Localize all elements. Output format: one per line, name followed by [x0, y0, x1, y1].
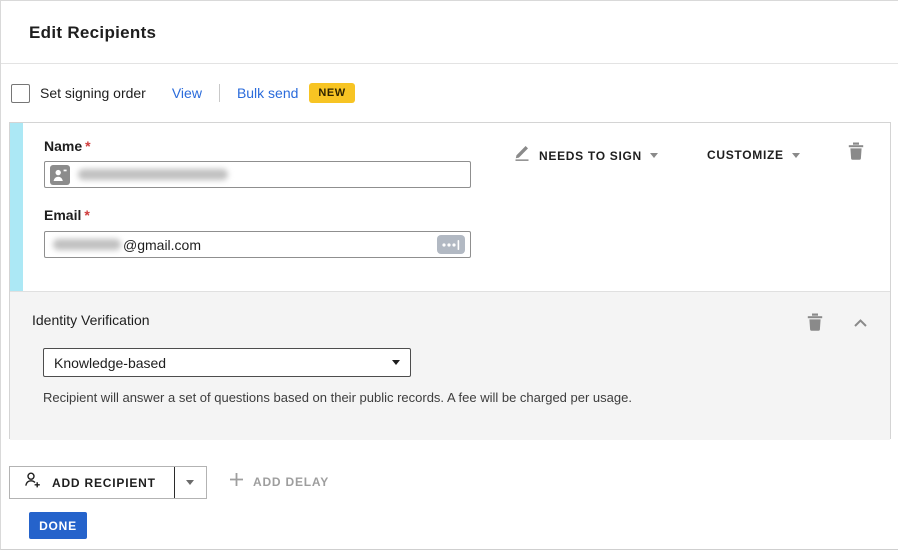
recipient-card: Name * Email * @gmail.com NEEDS TO SIGN …: [9, 122, 891, 440]
email-label: Email *: [44, 207, 90, 223]
chevron-down-icon: [392, 360, 400, 365]
set-signing-order-label: Set signing order: [40, 85, 146, 101]
person-add-icon: [24, 471, 42, 494]
bulk-send-link[interactable]: Bulk send: [237, 85, 298, 101]
page-title: Edit Recipients: [29, 23, 157, 42]
identity-verification-selected-option: Knowledge-based: [54, 354, 167, 371]
delete-identity-verification-button[interactable]: [807, 313, 823, 334]
chevron-down-icon: [649, 153, 658, 158]
role-label: NEEDS TO SIGN: [539, 148, 642, 163]
customize-dropdown[interactable]: CUSTOMIZE: [707, 148, 800, 162]
email-label-text: Email: [44, 207, 82, 223]
trash-icon: [848, 142, 864, 163]
identity-verification-description: Recipient will answer a set of questions…: [43, 390, 632, 405]
recipient-card-main: Name * Email * @gmail.com NEEDS TO SIGN …: [10, 123, 890, 291]
view-link[interactable]: View: [172, 85, 202, 101]
name-required-mark: *: [85, 138, 91, 154]
identity-verification-title: Identity Verification: [32, 312, 150, 328]
recipient-role-dropdown[interactable]: NEEDS TO SIGN: [513, 145, 658, 166]
delete-recipient-button[interactable]: [848, 142, 864, 163]
identity-verification-select[interactable]: Knowledge-based: [43, 348, 411, 377]
redacted-name-value: [78, 169, 228, 180]
link-separator: [218, 84, 220, 102]
name-label: Name *: [44, 138, 91, 154]
add-recipient-menu-button[interactable]: [175, 467, 206, 498]
autofill-cursor-icon[interactable]: [437, 235, 465, 254]
add-recipient-split-button: ADD RECIPIENT: [9, 466, 207, 499]
email-input[interactable]: @gmail.com: [44, 231, 471, 258]
plus-icon: [229, 472, 244, 492]
add-delay-label: ADD DELAY: [253, 475, 330, 489]
email-required-mark: *: [84, 207, 90, 223]
chevron-down-icon: [186, 480, 195, 485]
trash-icon: [807, 313, 823, 334]
pencil-icon: [513, 145, 531, 166]
done-button[interactable]: DONE: [29, 512, 87, 539]
customize-label: CUSTOMIZE: [707, 148, 784, 162]
header-divider: [1, 63, 898, 64]
name-input[interactable]: [44, 161, 471, 188]
email-domain-text: @gmail.com: [123, 236, 202, 253]
add-delay-button[interactable]: ADD DELAY: [229, 472, 329, 492]
add-recipient-label: ADD RECIPIENT: [52, 475, 156, 490]
name-label-text: Name: [44, 138, 83, 154]
signing-order-row: Set signing order View Bulk send NEW: [11, 81, 355, 105]
edit-recipients-panel: Edit Recipients Set signing order View B…: [0, 0, 898, 550]
identity-verification-section: Identity Verification Knowledge-based Re…: [10, 291, 890, 440]
contact-card-icon[interactable]: [50, 164, 70, 185]
chevron-down-icon: [791, 152, 800, 158]
set-signing-order-checkbox[interactable]: [11, 83, 30, 103]
collapse-section-button[interactable]: [853, 316, 868, 331]
recipient-color-strip: [10, 123, 23, 291]
add-recipient-button[interactable]: ADD RECIPIENT: [10, 467, 175, 498]
redacted-email-prefix: [53, 239, 121, 250]
chevron-up-icon: [853, 316, 868, 331]
new-badge: NEW: [309, 83, 355, 103]
